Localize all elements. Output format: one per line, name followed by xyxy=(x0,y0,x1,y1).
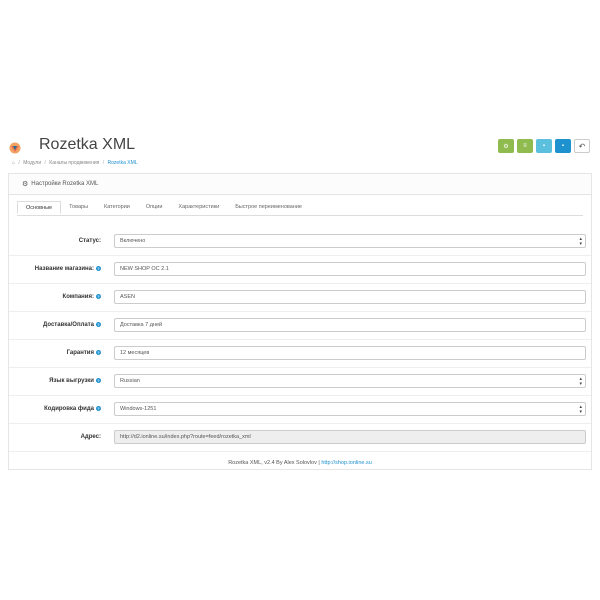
footer-text: Rozetka XML, v2.4 By Alex Solovlov xyxy=(228,460,317,466)
shop-name-value: NEW SHOP OC 2.1 xyxy=(120,266,169,272)
save-close-icon: ▪ xyxy=(561,143,565,149)
address-field[interactable]: http://d2.ionline.su/index.php?route=fee… xyxy=(114,430,586,444)
gear-icon: ⚙ xyxy=(22,181,29,188)
tab-general[interactable]: Основные xyxy=(17,201,62,214)
toolbar: ⚙ ≡ ▪ ▪ ↶ xyxy=(498,139,590,153)
form-row-shop-name: Название магазина:? NEW SHOP OC 2.1 xyxy=(9,255,591,284)
warranty-value: 12 месяцев xyxy=(120,350,150,356)
panel-heading-title: Настройки Rozetka XML xyxy=(31,181,99,187)
settings-button[interactable]: ⚙ xyxy=(498,139,514,153)
save-close-button[interactable]: ▪ xyxy=(555,139,571,153)
save-button[interactable]: ▪ xyxy=(536,139,552,153)
tab-products[interactable]: Товары xyxy=(61,201,96,215)
tab-attributes[interactable]: Характеристики xyxy=(170,201,227,215)
select-arrows-icon: ▴ ▾ xyxy=(579,376,582,387)
encoding-label: Кодировка фида? xyxy=(44,406,101,413)
opencart-logo xyxy=(9,142,21,154)
delivery-input[interactable]: Доставка 7 дней xyxy=(114,318,586,332)
status-select[interactable]: Включено ▴ ▾ xyxy=(114,234,586,248)
panel-heading: ⚙ Настройки Rozetka XML xyxy=(9,174,591,195)
language-value: Russian xyxy=(120,378,140,384)
form-row-delivery: Доставка/Оплата? Доставка 7 дней xyxy=(9,311,591,340)
company-value: ASEN xyxy=(120,294,135,300)
select-arrows-icon: ▴ ▾ xyxy=(579,404,582,415)
tab-bar: Основные Товары Категории Опции Характер… xyxy=(17,201,583,216)
select-arrows-icon: ▴ ▾ xyxy=(579,236,582,247)
address-label: Адрес: xyxy=(80,434,101,440)
breadcrumb-item-modules[interactable]: Модули xyxy=(23,160,41,166)
language-select[interactable]: Russian ▴ ▾ xyxy=(114,374,586,388)
help-icon: ? xyxy=(96,406,101,411)
status-value: Включено xyxy=(120,238,146,244)
home-icon[interactable]: ⌂ xyxy=(12,160,15,166)
footer-link[interactable]: http://shop.ionline.su xyxy=(321,460,371,466)
settings-panel: ⚙ Настройки Rozetka XML Основные Товары … xyxy=(8,173,592,470)
warranty-label: Гарантия? xyxy=(66,350,101,357)
form-row-encoding: Кодировка фида? Windows-1251 ▴ ▾ xyxy=(9,395,591,424)
form-row-company: Компания:? ASEN xyxy=(9,283,591,312)
status-label: Статус: xyxy=(78,238,101,244)
help-icon: ? xyxy=(96,378,101,383)
form-row-language: Язык выгрузки? Russian ▴ ▾ xyxy=(9,367,591,396)
help-icon: ? xyxy=(96,322,101,327)
tab-categories[interactable]: Категории xyxy=(96,201,138,215)
delivery-value: Доставка 7 дней xyxy=(120,322,163,328)
encoding-select[interactable]: Windows-1251 ▴ ▾ xyxy=(114,402,586,416)
footer-separator: | xyxy=(318,460,320,466)
help-icon: ? xyxy=(96,294,101,299)
shop-name-label: Название магазина:? xyxy=(34,266,101,273)
breadcrumb-item-channels[interactable]: Каналы продвижения xyxy=(49,160,99,166)
shop-name-input[interactable]: NEW SHOP OC 2.1 xyxy=(114,262,586,276)
footer: Rozetka XML, v2.4 By Alex Solovlov | htt… xyxy=(9,460,591,466)
back-icon: ↶ xyxy=(578,141,586,151)
form-row-warranty: Гарантия? 12 месяцев xyxy=(9,339,591,368)
tab-options[interactable]: Опции xyxy=(138,201,171,215)
language-label: Язык выгрузки? xyxy=(49,378,101,385)
page-title: Rozetka XML xyxy=(39,136,136,153)
list-button[interactable]: ≡ xyxy=(517,139,533,153)
help-icon: ? xyxy=(96,266,101,271)
breadcrumb: ⌂ / Модули / Каналы продвижения / Rozetk… xyxy=(12,160,138,166)
form-row-address: Адрес: http://d2.ionline.su/index.php?ro… xyxy=(9,423,591,452)
help-icon: ? xyxy=(96,350,101,355)
breadcrumb-item-current[interactable]: Rozetka XML xyxy=(108,160,138,166)
company-input[interactable]: ASEN xyxy=(114,290,586,304)
warranty-input[interactable]: 12 месяцев xyxy=(114,346,586,360)
settings-icon: ⚙ xyxy=(503,143,509,150)
save-icon: ▪ xyxy=(542,143,546,149)
back-button[interactable]: ↶ xyxy=(574,139,590,153)
form-row-status: Статус: Включено ▴ ▾ xyxy=(9,227,591,256)
company-label: Компания:? xyxy=(62,294,101,301)
list-icon: ≡ xyxy=(523,143,527,149)
encoding-value: Windows-1251 xyxy=(120,406,157,412)
tab-quick-rename[interactable]: Быстрое переименование xyxy=(227,201,310,215)
delivery-label: Доставка/Оплата? xyxy=(43,322,101,329)
address-value: http://d2.ionline.su/index.php?route=fee… xyxy=(120,434,251,440)
